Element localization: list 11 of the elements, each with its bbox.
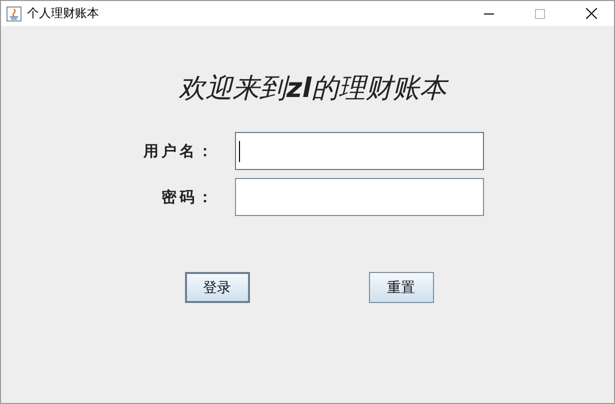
input-field[interactable] xyxy=(234,178,484,216)
field-label: 密码： xyxy=(162,188,216,206)
input-field[interactable] xyxy=(234,132,484,170)
welcome-heading: 欢迎来到zl的理财账本 xyxy=(178,70,446,106)
window-title: 个人理财账本 xyxy=(27,5,100,22)
close-icon[interactable] xyxy=(586,8,596,19)
minimize-icon[interactable] xyxy=(484,12,494,14)
app-icon xyxy=(6,6,22,22)
field-label: 用户名： xyxy=(144,142,216,160)
login-button[interactable]: 登录 xyxy=(184,272,250,303)
reset-button[interactable]: 重置 xyxy=(368,272,434,303)
